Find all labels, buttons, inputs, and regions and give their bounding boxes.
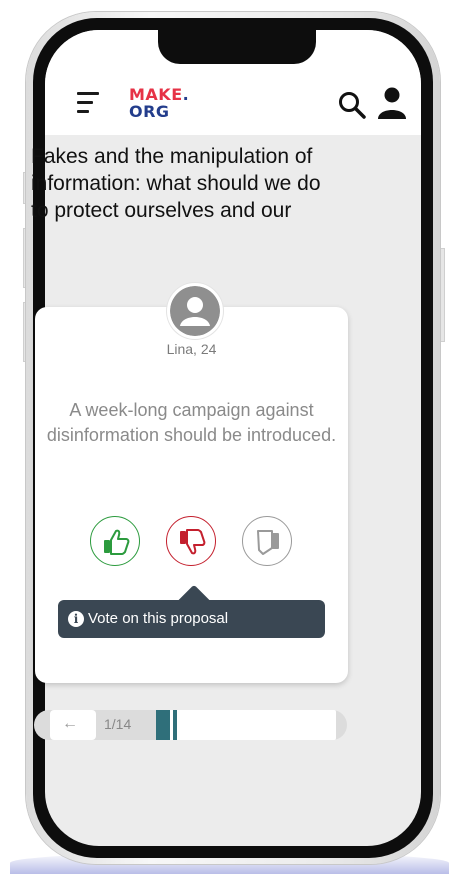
vote-disagree-button[interactable]: [166, 516, 216, 566]
hamburger-menu-icon[interactable]: [77, 92, 101, 114]
neutral-hand-icon: [257, 530, 279, 555]
progress-bar: [156, 710, 336, 740]
vote-neutral-button[interactable]: [242, 516, 292, 566]
search-icon[interactable]: [337, 90, 367, 120]
progress-bar-fill: [156, 710, 177, 740]
vote-agree-button[interactable]: [90, 516, 140, 566]
logo-line-2: ORG: [129, 102, 170, 121]
thumbs-up-icon: [104, 529, 130, 555]
proposal-author: Lina, 24: [166, 341, 217, 357]
proposal-counter: 1/14: [104, 716, 132, 732]
user-icon[interactable]: [377, 87, 407, 119]
proposal-text: A week-long campaign against disinformat…: [46, 400, 337, 445]
user-avatar-icon: [167, 283, 223, 339]
vote-tooltip: i Vote on this proposal: [58, 600, 325, 638]
consultation-question: Fakes and the manipulation of informatio…: [31, 145, 321, 222]
make-org-logo[interactable]: MAKE. ORG: [129, 85, 199, 125]
tooltip-text: Vote on this proposal: [88, 610, 229, 627]
previous-button[interactable]: ←: [50, 710, 96, 740]
thumbs-down-icon: [180, 529, 206, 555]
arrow-left-icon: ←: [62, 715, 78, 732]
phone-notch: [158, 30, 316, 64]
progress-bar-marker: [170, 710, 173, 740]
logo-dot: .: [182, 85, 190, 104]
info-icon: i: [68, 611, 84, 627]
